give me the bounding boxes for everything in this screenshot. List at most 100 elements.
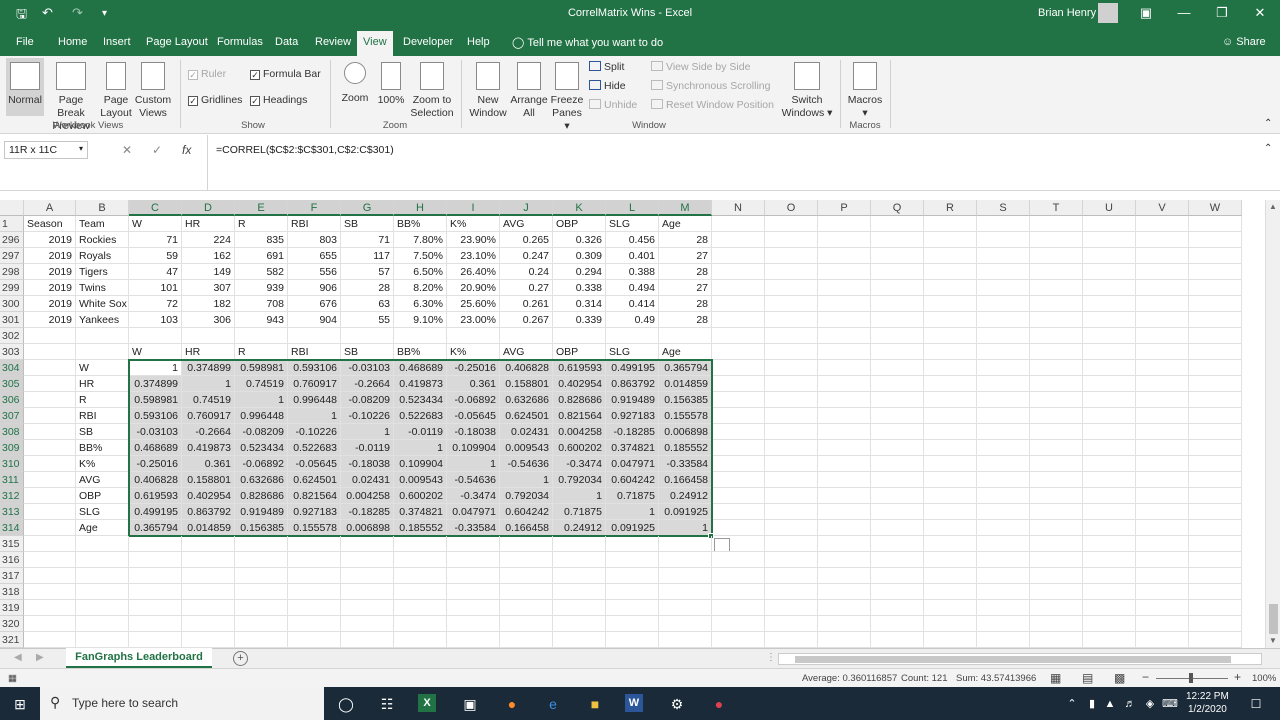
correlation-cell[interactable]: 0.499195	[606, 360, 659, 376]
cell[interactable]	[1189, 584, 1242, 600]
correlation-cell[interactable]: 0.760917	[288, 376, 341, 392]
cell[interactable]	[1030, 552, 1083, 568]
data-cell[interactable]: 0.27	[500, 280, 553, 296]
cell[interactable]	[818, 632, 871, 648]
cell[interactable]	[1030, 216, 1083, 232]
cell[interactable]	[977, 520, 1030, 536]
tab-split-icon[interactable]: ⋮	[766, 652, 776, 663]
cell[interactable]	[1083, 264, 1136, 280]
cell[interactable]	[765, 280, 818, 296]
cell[interactable]	[871, 344, 924, 360]
cell[interactable]	[1189, 520, 1242, 536]
hide-button[interactable]: Hide	[589, 80, 626, 92]
cell[interactable]	[606, 584, 659, 600]
cell[interactable]	[553, 616, 606, 632]
row-header[interactable]: 321	[0, 632, 24, 648]
cell[interactable]	[553, 552, 606, 568]
zoom-out-icon[interactable]: −	[1142, 670, 1149, 684]
keyboard-icon[interactable]: ⌨	[1160, 694, 1180, 714]
cell[interactable]	[1189, 280, 1242, 296]
notifications-icon[interactable]: ☐	[1246, 694, 1266, 714]
next-sheet-icon[interactable]: ▶	[36, 652, 44, 663]
data-cell[interactable]: 904	[288, 312, 341, 328]
correlation-cell[interactable]: -0.10226	[288, 424, 341, 440]
data-cell[interactable]: Yankees	[76, 312, 129, 328]
cell[interactable]	[1136, 296, 1189, 312]
matrix-header-cell[interactable]: R	[235, 344, 288, 360]
cell[interactable]	[24, 504, 76, 520]
cell[interactable]	[182, 616, 235, 632]
cell[interactable]	[606, 552, 659, 568]
correlation-cell[interactable]: 0.604242	[500, 504, 553, 520]
correlation-cell[interactable]: 0.419873	[182, 440, 235, 456]
cell[interactable]	[712, 280, 765, 296]
reset-window-position-button[interactable]: Reset Window Position	[651, 99, 774, 111]
cell[interactable]	[818, 216, 871, 232]
cell[interactable]	[553, 584, 606, 600]
cell[interactable]	[129, 616, 182, 632]
cell[interactable]	[977, 232, 1030, 248]
cell[interactable]	[977, 584, 1030, 600]
matrix-header-cell[interactable]	[24, 344, 76, 360]
correlation-cell[interactable]: 0.166458	[659, 472, 712, 488]
cell[interactable]	[24, 600, 76, 616]
correlation-cell[interactable]: -0.2664	[182, 424, 235, 440]
correlation-cell[interactable]: -0.18038	[341, 456, 394, 472]
cell[interactable]	[606, 536, 659, 552]
matrix-row-label[interactable]: RBI	[76, 408, 129, 424]
cell[interactable]	[553, 328, 606, 344]
cell[interactable]	[288, 584, 341, 600]
cell[interactable]	[182, 600, 235, 616]
cell[interactable]	[1030, 296, 1083, 312]
matrix-row-label[interactable]: HR	[76, 376, 129, 392]
cell[interactable]	[24, 360, 76, 376]
cell[interactable]	[977, 376, 1030, 392]
cell[interactable]	[977, 296, 1030, 312]
row-header[interactable]: 306	[0, 392, 24, 408]
cell[interactable]	[24, 376, 76, 392]
header-cell[interactable]: BB%	[394, 216, 447, 232]
cell[interactable]	[24, 424, 76, 440]
correlation-cell[interactable]: 0.523434	[394, 392, 447, 408]
cell[interactable]	[924, 280, 977, 296]
data-cell[interactable]: 63	[341, 296, 394, 312]
cell[interactable]	[76, 328, 129, 344]
cell[interactable]	[1136, 456, 1189, 472]
header-cell[interactable]: K%	[447, 216, 500, 232]
correlation-cell[interactable]: 0.166458	[500, 520, 553, 536]
cell[interactable]	[553, 632, 606, 648]
cell[interactable]	[924, 376, 977, 392]
correlation-cell[interactable]: 0.71875	[553, 504, 606, 520]
cell[interactable]	[1030, 344, 1083, 360]
matrix-header-cell[interactable]: SB	[341, 344, 394, 360]
excel-app-icon[interactable]: X	[418, 694, 436, 712]
cell[interactable]	[129, 600, 182, 616]
cell[interactable]	[659, 632, 712, 648]
data-cell[interactable]: 2019	[24, 248, 76, 264]
cell[interactable]	[871, 232, 924, 248]
cell[interactable]	[1136, 488, 1189, 504]
tab-home[interactable]: Home	[58, 36, 87, 48]
correlation-cell[interactable]: 0.374821	[394, 504, 447, 520]
horizontal-scrollbar[interactable]	[778, 653, 1262, 665]
data-cell[interactable]: Rockies	[76, 232, 129, 248]
cell[interactable]	[606, 328, 659, 344]
cell[interactable]	[765, 264, 818, 280]
cell[interactable]	[924, 616, 977, 632]
cell[interactable]	[1030, 280, 1083, 296]
data-cell[interactable]: 71	[129, 232, 182, 248]
cell[interactable]	[818, 328, 871, 344]
cell[interactable]	[24, 408, 76, 424]
cell[interactable]	[871, 216, 924, 232]
cell[interactable]	[924, 312, 977, 328]
cell[interactable]	[1189, 568, 1242, 584]
correlation-cell[interactable]: 0.402954	[182, 488, 235, 504]
data-cell[interactable]: 2019	[24, 280, 76, 296]
cell[interactable]	[659, 616, 712, 632]
cell[interactable]	[24, 536, 76, 552]
cell[interactable]	[500, 536, 553, 552]
cell[interactable]	[977, 280, 1030, 296]
correlation-cell[interactable]: 0.522683	[288, 440, 341, 456]
row-header[interactable]: 297	[0, 248, 24, 264]
cell[interactable]	[447, 600, 500, 616]
